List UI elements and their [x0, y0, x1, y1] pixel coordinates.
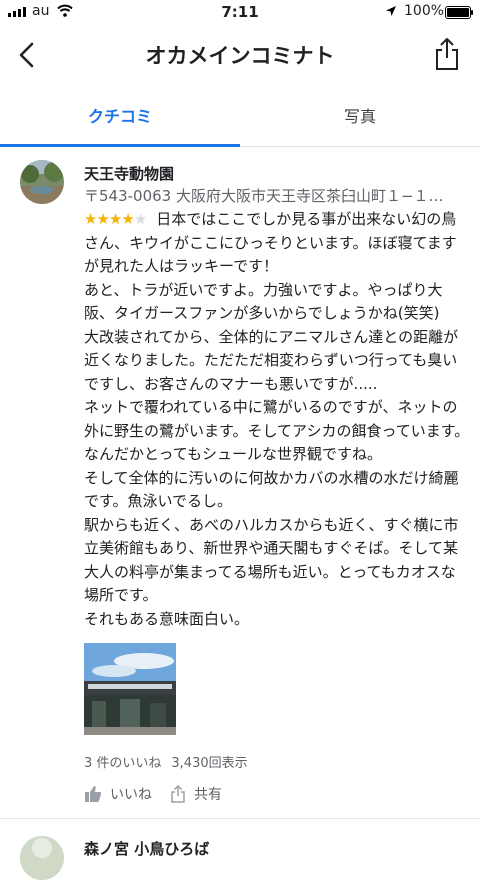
place-avatar[interactable]: [20, 160, 64, 204]
view-count: 3,430回表示: [171, 756, 248, 771]
status-bar: au 7:11 100%: [0, 0, 480, 24]
star-filled-icon: ★: [84, 210, 97, 228]
review-photo[interactable]: [84, 643, 176, 735]
star-rating: ★★★★★: [84, 208, 147, 232]
thumbs-up-icon: [85, 786, 102, 802]
star-filled-icon: ★: [121, 210, 134, 228]
tab-bar: クチコミ 写真: [0, 88, 480, 147]
like-count: 3 件のいいね: [84, 756, 162, 771]
battery-icon: [445, 6, 473, 19]
review-body: 日本ではここでしか見る事が出来ない幻の鳥さん、キウイがここにひっそりといます。ほ…: [84, 210, 470, 628]
review-stats: 3 件のいいね 3,430回表示: [84, 752, 248, 771]
tab-photos[interactable]: 写真: [240, 88, 480, 146]
next-place-name[interactable]: 森ノ宮 小鳥ひろば: [84, 838, 209, 859]
share-review-button[interactable]: 共有: [170, 784, 222, 804]
star-filled-icon: ★: [108, 210, 122, 228]
location-arrow-icon: [386, 6, 396, 16]
star-empty-icon: ★: [133, 210, 147, 228]
review-text: ★★★★★ 日本ではここでしか見る事が出来ない幻の鳥さん、キウイがここにひっそりと…: [84, 208, 470, 631]
page-title: オカメインコミナト: [145, 44, 335, 68]
like-label: いいね: [110, 787, 152, 803]
share-icon[interactable]: [432, 36, 462, 72]
like-button[interactable]: いいね: [84, 784, 152, 804]
tab-reviews[interactable]: クチコミ: [0, 88, 240, 146]
share-label: 共有: [194, 787, 222, 803]
next-place-avatar[interactable]: [20, 836, 64, 880]
review-divider: [0, 818, 480, 819]
share-icon: [171, 785, 185, 803]
review-actions: いいね 共有: [84, 784, 222, 804]
star-filled-icon: ★: [96, 210, 109, 228]
battery-percent: 100%: [404, 3, 445, 19]
place-address: 〒543-0063 大阪府大阪市天王寺区茶臼山町１−１…: [84, 187, 444, 205]
active-tab-indicator: [0, 144, 240, 147]
app-header: オカメインコミナト: [0, 24, 480, 86]
place-name[interactable]: 天王寺動物園: [84, 163, 174, 184]
